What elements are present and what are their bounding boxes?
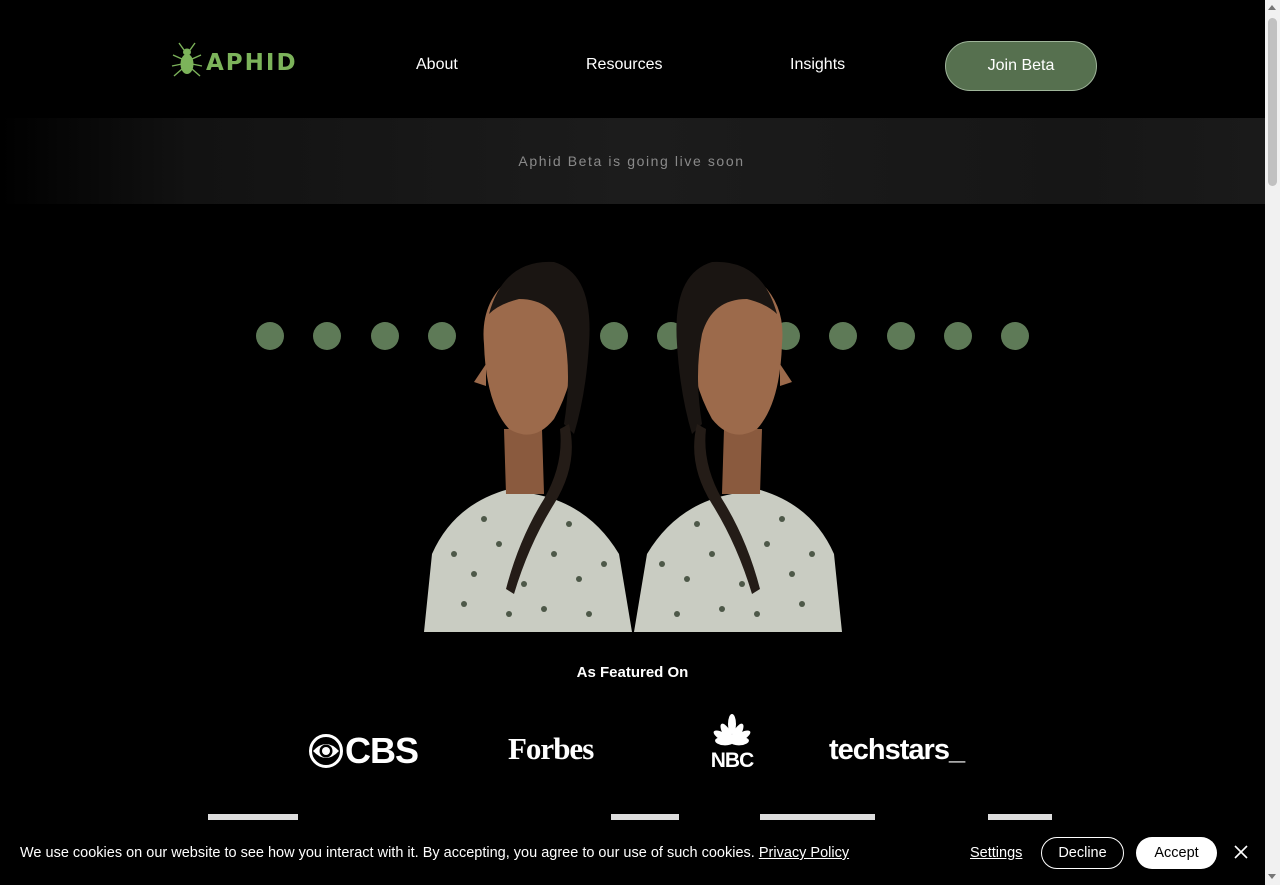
cbs-eye-icon	[309, 734, 343, 768]
scroll-up-arrow-icon[interactable]	[1268, 5, 1276, 10]
aphid-bug-icon	[171, 42, 203, 77]
hero-dot	[944, 322, 972, 350]
forbes-logo: Forbes	[508, 731, 594, 766]
accept-button[interactable]: Accept	[1136, 837, 1217, 869]
portrait-left-image	[424, 261, 632, 632]
banner-text: Aphid Beta is going live soon	[518, 153, 745, 169]
hero-dot	[313, 322, 341, 350]
hero-dot	[887, 322, 915, 350]
cbs-logo: CBS	[309, 730, 419, 772]
nav-resources[interactable]: Resources	[586, 56, 662, 74]
privacy-policy-link[interactable]: Privacy Policy	[759, 845, 849, 861]
nav-about[interactable]: About	[416, 56, 458, 74]
nbc-logo: NBC	[703, 714, 761, 772]
logo-text: APHID	[206, 50, 298, 76]
decline-button[interactable]: Decline	[1041, 837, 1124, 869]
hero-section	[0, 204, 1265, 632]
cbs-logo-text: CBS	[345, 730, 419, 771]
close-icon[interactable]	[1233, 844, 1249, 860]
announcement-banner: Aphid Beta is going live soon	[0, 118, 1265, 204]
nbc-logo-text: NBC	[710, 749, 755, 772]
hero-dot	[1001, 322, 1029, 350]
cookie-settings-link[interactable]: Settings	[970, 845, 1022, 861]
scrollbar-thumb[interactable]	[1268, 18, 1277, 186]
nbc-peacock-icon	[713, 714, 751, 746]
cookie-message-text: We use cookies on our website to see how…	[20, 845, 755, 861]
nav-insights[interactable]: Insights	[790, 56, 845, 74]
hero-dot	[256, 322, 284, 350]
join-beta-button[interactable]: Join Beta	[945, 41, 1097, 91]
techstars-logo: techstars_	[829, 734, 965, 766]
site-header: APHID About Resources Insights Join Beta	[0, 0, 1265, 118]
page-scrollbar[interactable]	[1265, 0, 1280, 885]
aphid-logo[interactable]: APHID	[170, 40, 300, 80]
featured-title: As Featured On	[576, 664, 689, 681]
cookie-message: We use cookies on our website to see how…	[20, 845, 849, 861]
scroll-down-arrow-icon[interactable]	[1268, 874, 1276, 879]
portrait-right-image	[634, 261, 842, 632]
hero-dot	[371, 322, 399, 350]
